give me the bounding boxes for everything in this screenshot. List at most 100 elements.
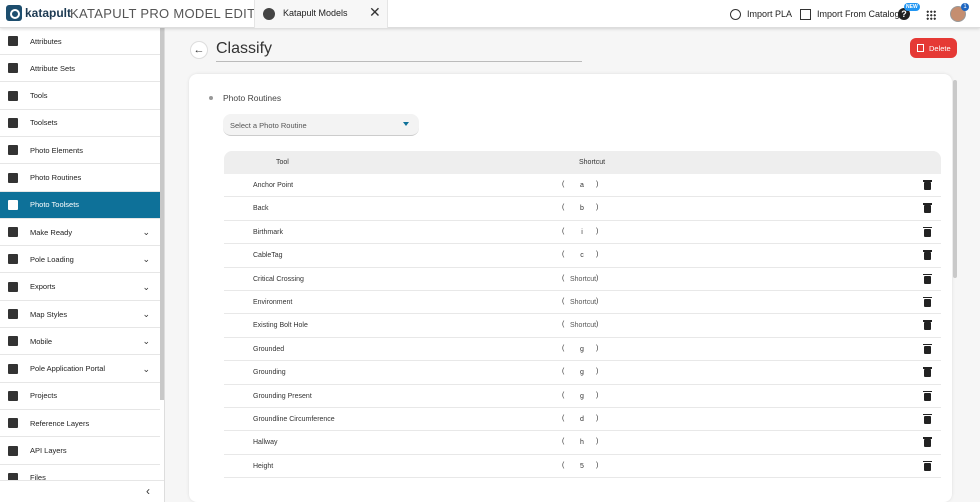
sidebar-item-label: Projects (30, 391, 58, 401)
shortcut-input[interactable]: 5 (570, 463, 594, 470)
shortcut-input[interactable]: c (570, 252, 594, 259)
trash-icon[interactable] (923, 320, 932, 331)
tab-katapult-models[interactable]: Katapult Models ✕ (254, 0, 388, 28)
trash-icon[interactable] (923, 460, 932, 471)
shortcut-input[interactable]: a (570, 182, 594, 189)
table-row: Hallway (h) (224, 431, 941, 455)
apps-grid-icon[interactable] (926, 10, 936, 20)
import-pla-button[interactable]: Import PLA (730, 0, 792, 28)
trash-icon[interactable] (923, 296, 932, 307)
page-title[interactable]: Classify (216, 40, 582, 62)
delete-button[interactable]: Delete (910, 38, 957, 58)
sidebar-item-pole-loading[interactable]: Pole Loading ⌄ (0, 246, 160, 274)
tab-label: Katapult Models (283, 8, 348, 18)
tool-name: Anchor Point (253, 182, 294, 189)
paren-left: ( (562, 461, 565, 469)
sidebar-item-reference-layers[interactable]: Reference Layers (0, 410, 160, 438)
paren-left: ( (562, 368, 565, 376)
sidebar-item-pole-application-portal[interactable]: Pole Application Portal ⌄ (0, 356, 160, 383)
trash-icon[interactable] (923, 226, 932, 237)
paren-left: ( (562, 274, 565, 282)
katapult-logo-icon (6, 5, 22, 21)
import-catalog-label: Import From Catalog (817, 9, 900, 19)
chevron-left-icon: ‹ (146, 484, 150, 498)
sidebar-item-photo-elements[interactable]: Photo Elements (0, 137, 160, 165)
phone-icon (8, 336, 18, 347)
sidebar-item-projects[interactable]: Projects (0, 383, 160, 410)
clipboard-icon (8, 390, 18, 401)
tool-name: Height (253, 462, 274, 470)
table-row: Critical Crossing (Shortcut) (224, 268, 941, 291)
sidebar-item-label: Photo Routines (30, 173, 82, 182)
paren-left: ( (562, 204, 565, 212)
paren-left: ( (562, 438, 565, 446)
table-row: Grounding (g) (224, 361, 941, 385)
trash-icon[interactable] (923, 203, 932, 214)
sidebar-item-label: Mobile (30, 336, 53, 346)
sidebar-item-exports[interactable]: Exports ⌄ (0, 274, 160, 301)
trash-icon[interactable] (923, 343, 932, 354)
sidebar-item-attributes[interactable]: Attributes (0, 28, 160, 55)
sidebar-collapse-button[interactable]: ‹ (0, 480, 164, 502)
sidebar-item-photo-routines[interactable]: Photo Routines (0, 165, 160, 192)
sidebar-item-toolsets[interactable]: Toolsets (0, 110, 160, 137)
shortcut-input[interactable]: h (570, 439, 594, 446)
logo-text: katapult (25, 6, 72, 20)
section-label: Photo Routines (223, 93, 282, 103)
export-icon (8, 281, 18, 292)
tool-name: Back (253, 205, 269, 213)
new-badge: NEW (904, 3, 920, 11)
shortcut-input[interactable]: Shortcut (570, 322, 596, 329)
paren-left: ( (562, 321, 565, 329)
card-scrollbar[interactable] (953, 80, 957, 278)
sidebar-item-api-layers[interactable]: API Layers (0, 438, 160, 465)
shortcut-input[interactable]: i (570, 229, 594, 236)
sidebar-item-label: Pole Loading (30, 254, 74, 264)
shortcut-input[interactable]: Shortcut (570, 276, 596, 283)
trash-icon[interactable] (923, 367, 932, 378)
import-pla-label: Import PLA (747, 9, 793, 19)
sidebar-item-mobile[interactable]: Mobile ⌄ (0, 328, 160, 356)
sidebar-item-make-ready[interactable]: Make Ready ⌄ (0, 219, 160, 247)
trash-icon[interactable] (923, 390, 932, 401)
chevron-down-icon: ⌄ (142, 363, 150, 374)
sidebar-item-label: Reference Layers (30, 418, 90, 428)
shortcut-input[interactable]: g (570, 393, 594, 400)
paren-left: ( (562, 344, 565, 352)
toolbox-icon (8, 117, 18, 128)
import-catalog-button[interactable]: Import From Catalog (800, 0, 900, 28)
sidebar-item-attribute-sets[interactable]: Attribute Sets (0, 55, 160, 83)
paren-left: ( (562, 391, 565, 399)
sidebar-item-label: Pole Application Portal (30, 364, 106, 374)
back-button[interactable]: ← (190, 41, 208, 59)
shortcut-input[interactable]: d (570, 416, 594, 423)
trash-icon[interactable] (923, 437, 932, 448)
paren-right: ) (596, 204, 599, 212)
trash-icon[interactable] (923, 413, 932, 424)
sidebar-item-label: Toolsets (30, 118, 58, 128)
chevron-down-icon: ⌄ (142, 227, 150, 238)
trash-icon[interactable] (923, 180, 932, 190)
tool-name: CableTag (253, 252, 283, 260)
photo-routine-select[interactable]: Select a Photo Routine (223, 114, 419, 136)
sidebar-item-tools[interactable]: Tools (0, 83, 160, 110)
sidebar-item-photo-toolsets[interactable]: Photo Toolsets (0, 191, 160, 219)
close-icon[interactable]: ✕ (369, 4, 381, 21)
trash-icon[interactable] (923, 250, 932, 261)
sidebar-item-map-styles[interactable]: Map Styles ⌄ (0, 301, 160, 328)
shortcut-input[interactable]: Shortcut (570, 299, 596, 306)
katapult-logo[interactable]: katapult (6, 5, 71, 21)
import-icon (730, 8, 741, 20)
sidebar-item-label: Photo Toolsets (30, 200, 80, 210)
tools-icon (8, 90, 18, 101)
shortcut-input[interactable]: b (570, 205, 594, 212)
trash-icon[interactable] (923, 273, 932, 284)
shortcut-input[interactable]: g (570, 369, 594, 376)
table-header: Tool Shortcut (224, 151, 941, 174)
shortcut-input[interactable]: g (570, 346, 594, 353)
main-content: ← Classify Delete Photo Routines Select … (165, 28, 980, 502)
paren-right: ) (596, 274, 599, 282)
add-box-icon (8, 172, 18, 183)
shapes-icon (8, 145, 18, 156)
sidebar-item-label: API Layers (30, 446, 67, 455)
